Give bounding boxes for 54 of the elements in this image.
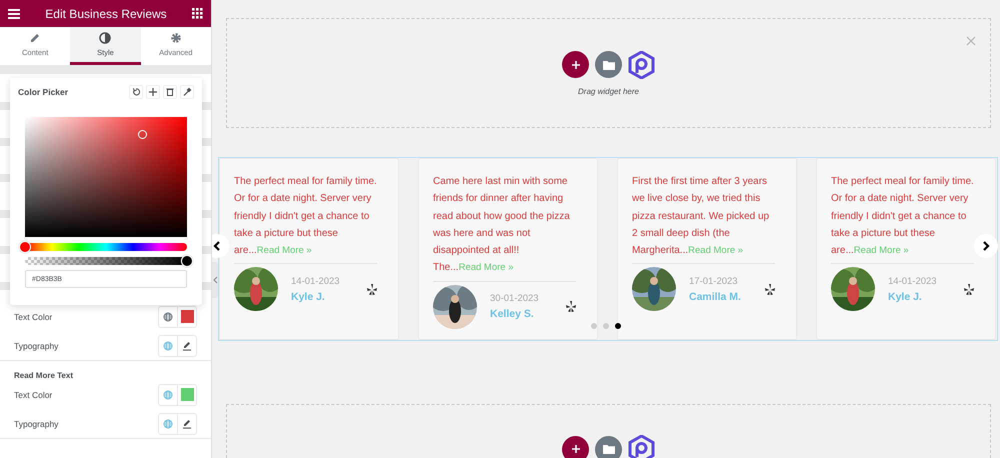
pagination-dot[interactable] [603, 323, 609, 329]
review-text: The perfect meal for family time. Or for a date night. Server very friendly I didn't get a chance to take a picture but these are...Read More » [234, 175, 377, 258]
folder-icon [602, 60, 614, 70]
add-button[interactable] [562, 51, 589, 78]
globe-icon[interactable] [163, 312, 173, 322]
color-gradient-area[interactable] [25, 117, 187, 237]
chevron-right-icon [982, 241, 990, 251]
review-date: 30-01-2023 [490, 293, 540, 304]
pencil-icon[interactable] [182, 340, 192, 350]
picker-cursor[interactable] [138, 130, 147, 140]
folder-button[interactable] [595, 51, 622, 78]
review-date: 14-01-2023 [888, 276, 938, 287]
review-date: 17-01-2023 [689, 276, 739, 287]
yelp-burst-icon [765, 284, 775, 295]
yelp-burst-icon [566, 301, 576, 312]
folder-icon [602, 444, 614, 454]
review-date: 14-01-2023 [291, 276, 341, 287]
slider-thumb[interactable] [19, 241, 31, 253]
pencil-icon [29, 32, 42, 44]
collapse-handle[interactable] [212, 262, 218, 298]
plus-icon [570, 60, 580, 70]
section-title: Read More Text [14, 370, 74, 380]
drop-hint-text: Drag widget here [578, 86, 639, 96]
pagination-dot[interactable] [615, 323, 621, 329]
review-text: First the first time after 3 years we live close by, we tried this pizza restaurant. We picked up 2 small deep dish (the Margherita...Read More » [632, 175, 770, 258]
add-button[interactable] [562, 436, 589, 458]
color-swatch[interactable] [180, 310, 194, 323]
popup-title: Color Picker [18, 87, 68, 97]
pencil-icon[interactable] [182, 418, 192, 428]
review-text: Came here last min with some friends for dinner after having read about how good the pizza was here and was not disappointed at all!! The...Read More » [433, 175, 571, 276]
gear-icon [170, 32, 182, 44]
control-label: Typography [14, 418, 58, 428]
menu-icon[interactable] [8, 8, 20, 18]
reviewer-name: Camilla M. [689, 290, 742, 303]
chevron-left-icon [213, 241, 221, 251]
editor-title: Edit Business Reviews [45, 6, 167, 20]
slider-thumb[interactable] [181, 255, 193, 267]
control-label: Typography [14, 340, 58, 350]
hexagon-logo-icon[interactable] [628, 435, 655, 458]
reviewer-name: Kyle J. [888, 290, 923, 303]
plus-icon [570, 444, 580, 454]
reviewer-name: Kyle J. [291, 290, 326, 303]
control-label: Text Color [14, 312, 52, 322]
folder-button[interactable] [595, 436, 622, 458]
contrast-icon [99, 32, 112, 44]
hexagon-logo-icon[interactable] [628, 50, 655, 78]
grid-icon[interactable] [192, 8, 203, 19]
chevron-left-icon [212, 276, 218, 284]
control-label: Text Color [14, 390, 52, 400]
yelp-burst-icon [367, 284, 377, 295]
yelp-burst-icon [964, 284, 974, 295]
reviewer-name: Kelley S. [490, 308, 535, 320]
color-swatch[interactable] [180, 388, 194, 401]
review-text: The perfect meal for family time. Or for a date night. Server very friendly I didn't get a chance to take a picture but these are...Read More » [831, 175, 974, 258]
